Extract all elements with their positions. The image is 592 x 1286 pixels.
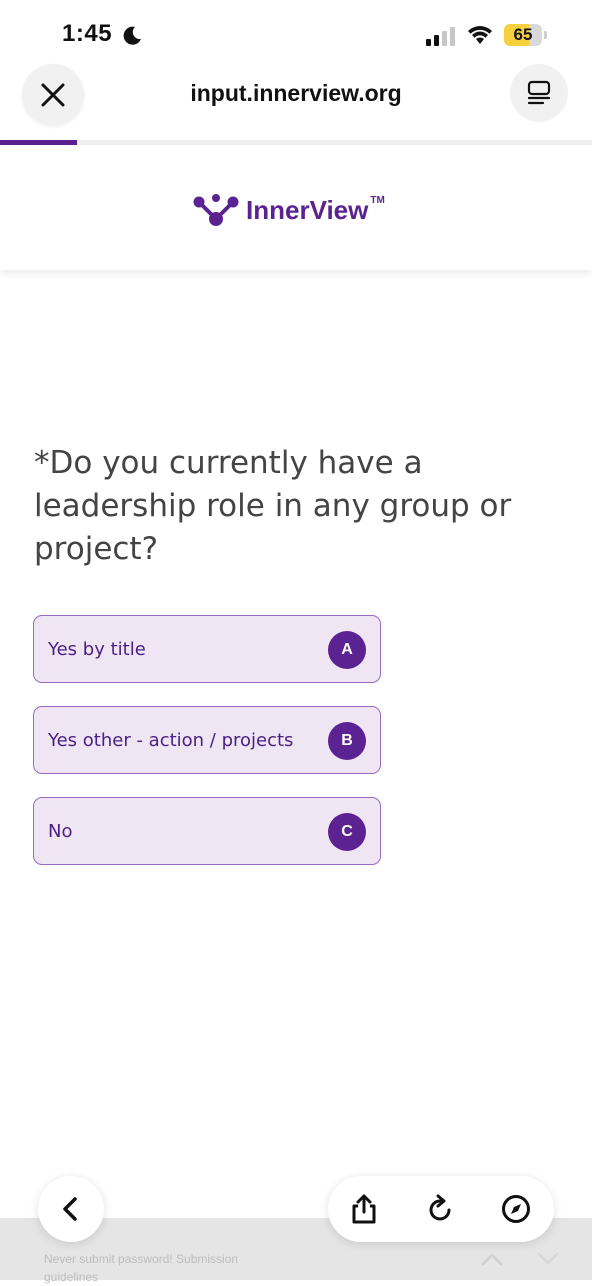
option-key-badge: B: [328, 722, 366, 760]
tabs-icon: [527, 80, 551, 105]
reload-icon[interactable]: [424, 1193, 456, 1225]
logo-text: InnerView: [246, 194, 369, 225]
logo-trademark: TM: [370, 194, 385, 206]
option-key-badge: A: [328, 631, 366, 669]
option-label: Yes by title: [48, 639, 146, 660]
option-a[interactable]: Yes by title A: [33, 615, 381, 683]
status-time: 1:45: [62, 20, 113, 47]
chevron-down-icon[interactable]: [536, 1252, 560, 1266]
innerview-logo: InnerView TM: [192, 190, 385, 230]
footer-notice: Never submit password! Submission guidel…: [44, 1252, 239, 1284]
signal-icon: [426, 27, 455, 46]
tabs-button[interactable]: [510, 64, 568, 122]
option-key-badge: C: [328, 813, 366, 851]
url-text[interactable]: input.innerview.org: [0, 80, 592, 107]
back-button[interactable]: [38, 1176, 104, 1242]
compass-icon[interactable]: [500, 1193, 532, 1225]
back-icon: [63, 1197, 77, 1221]
question-text: *Do you currently have a leadership role…: [34, 445, 512, 567]
wifi-icon: [468, 26, 492, 44]
option-b[interactable]: Yes other - action / projects B: [33, 706, 381, 774]
option-label: Yes other - action / projects: [48, 730, 294, 751]
battery-percent: 65: [513, 25, 533, 44]
battery-icon: 65: [504, 24, 548, 46]
option-label: No: [48, 821, 73, 842]
share-icon[interactable]: [348, 1193, 380, 1225]
moon-icon: [123, 26, 141, 45]
logo-mark-icon: [193, 194, 239, 226]
toolbar-actions: [328, 1176, 554, 1242]
option-c[interactable]: No C: [33, 797, 381, 865]
chevron-up-icon[interactable]: [480, 1252, 504, 1266]
status-bar: 1:45 65: [0, 0, 592, 62]
